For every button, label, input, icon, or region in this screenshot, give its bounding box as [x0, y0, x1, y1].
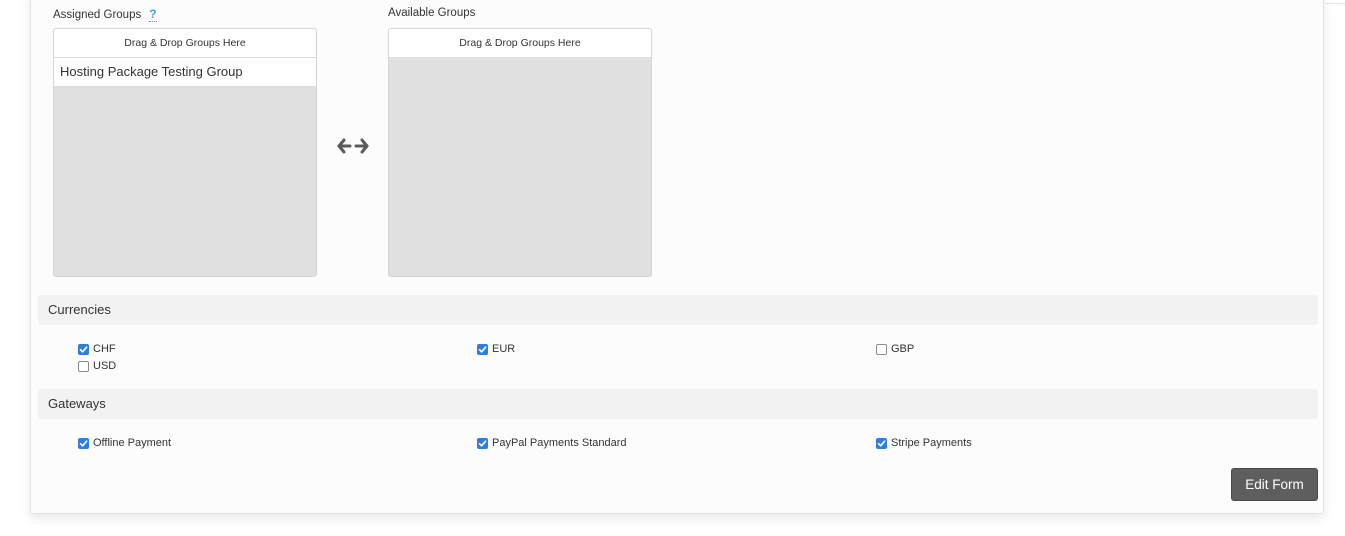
gateway-label: Offline Payment: [93, 437, 172, 449]
gateway-checkbox-stripe[interactable]: Stripe Payments: [876, 436, 972, 450]
gateways-section-header: Gateways: [38, 389, 1318, 419]
currency-checkbox-chf[interactable]: CHF: [78, 342, 116, 356]
divider: [1325, 3, 1345, 4]
left-right-arrows-icon: [337, 138, 369, 154]
checkbox-icon[interactable]: [477, 343, 488, 355]
currency-label: GBP: [891, 343, 915, 355]
assigned-dropzone-header: Drag & Drop Groups Here: [54, 29, 316, 58]
assigned-groups-title: Assigned Groups: [53, 9, 142, 21]
checkbox-icon[interactable]: [876, 343, 887, 355]
assigned-groups-dropzone[interactable]: Drag & Drop Groups Here Hosting Package …: [53, 28, 317, 277]
checkbox-icon[interactable]: [78, 360, 89, 372]
assigned-group-item[interactable]: Hosting Package Testing Group: [54, 58, 316, 87]
currencies-section-header: Currencies: [38, 295, 1318, 325]
checkbox-icon[interactable]: [477, 437, 488, 449]
currency-label: USD: [93, 360, 117, 372]
gateway-label: Stripe Payments: [891, 437, 972, 449]
currency-label: EUR: [492, 343, 516, 355]
checkbox-icon[interactable]: [876, 437, 887, 449]
currency-checkbox-gbp[interactable]: GBP: [876, 342, 914, 356]
available-groups-dropzone[interactable]: Drag & Drop Groups Here: [388, 28, 652, 277]
checkbox-icon[interactable]: [78, 437, 89, 449]
currency-label: CHF: [93, 343, 116, 355]
gateway-label: PayPal Payments Standard: [492, 437, 627, 449]
help-icon[interactable]: ?: [149, 7, 157, 22]
currency-checkbox-usd[interactable]: USD: [78, 359, 116, 373]
edit-form-button[interactable]: Edit Form: [1231, 468, 1318, 501]
available-dropzone-header: Drag & Drop Groups Here: [389, 29, 651, 58]
available-groups-label: Available Groups: [388, 7, 476, 19]
currency-checkbox-eur[interactable]: EUR: [477, 342, 515, 356]
gateway-checkbox-offline[interactable]: Offline Payment: [78, 436, 171, 450]
assigned-groups-label: Assigned Groups?: [53, 7, 157, 22]
gateway-checkbox-paypal[interactable]: PayPal Payments Standard: [477, 436, 627, 450]
checkbox-icon[interactable]: [78, 343, 89, 355]
